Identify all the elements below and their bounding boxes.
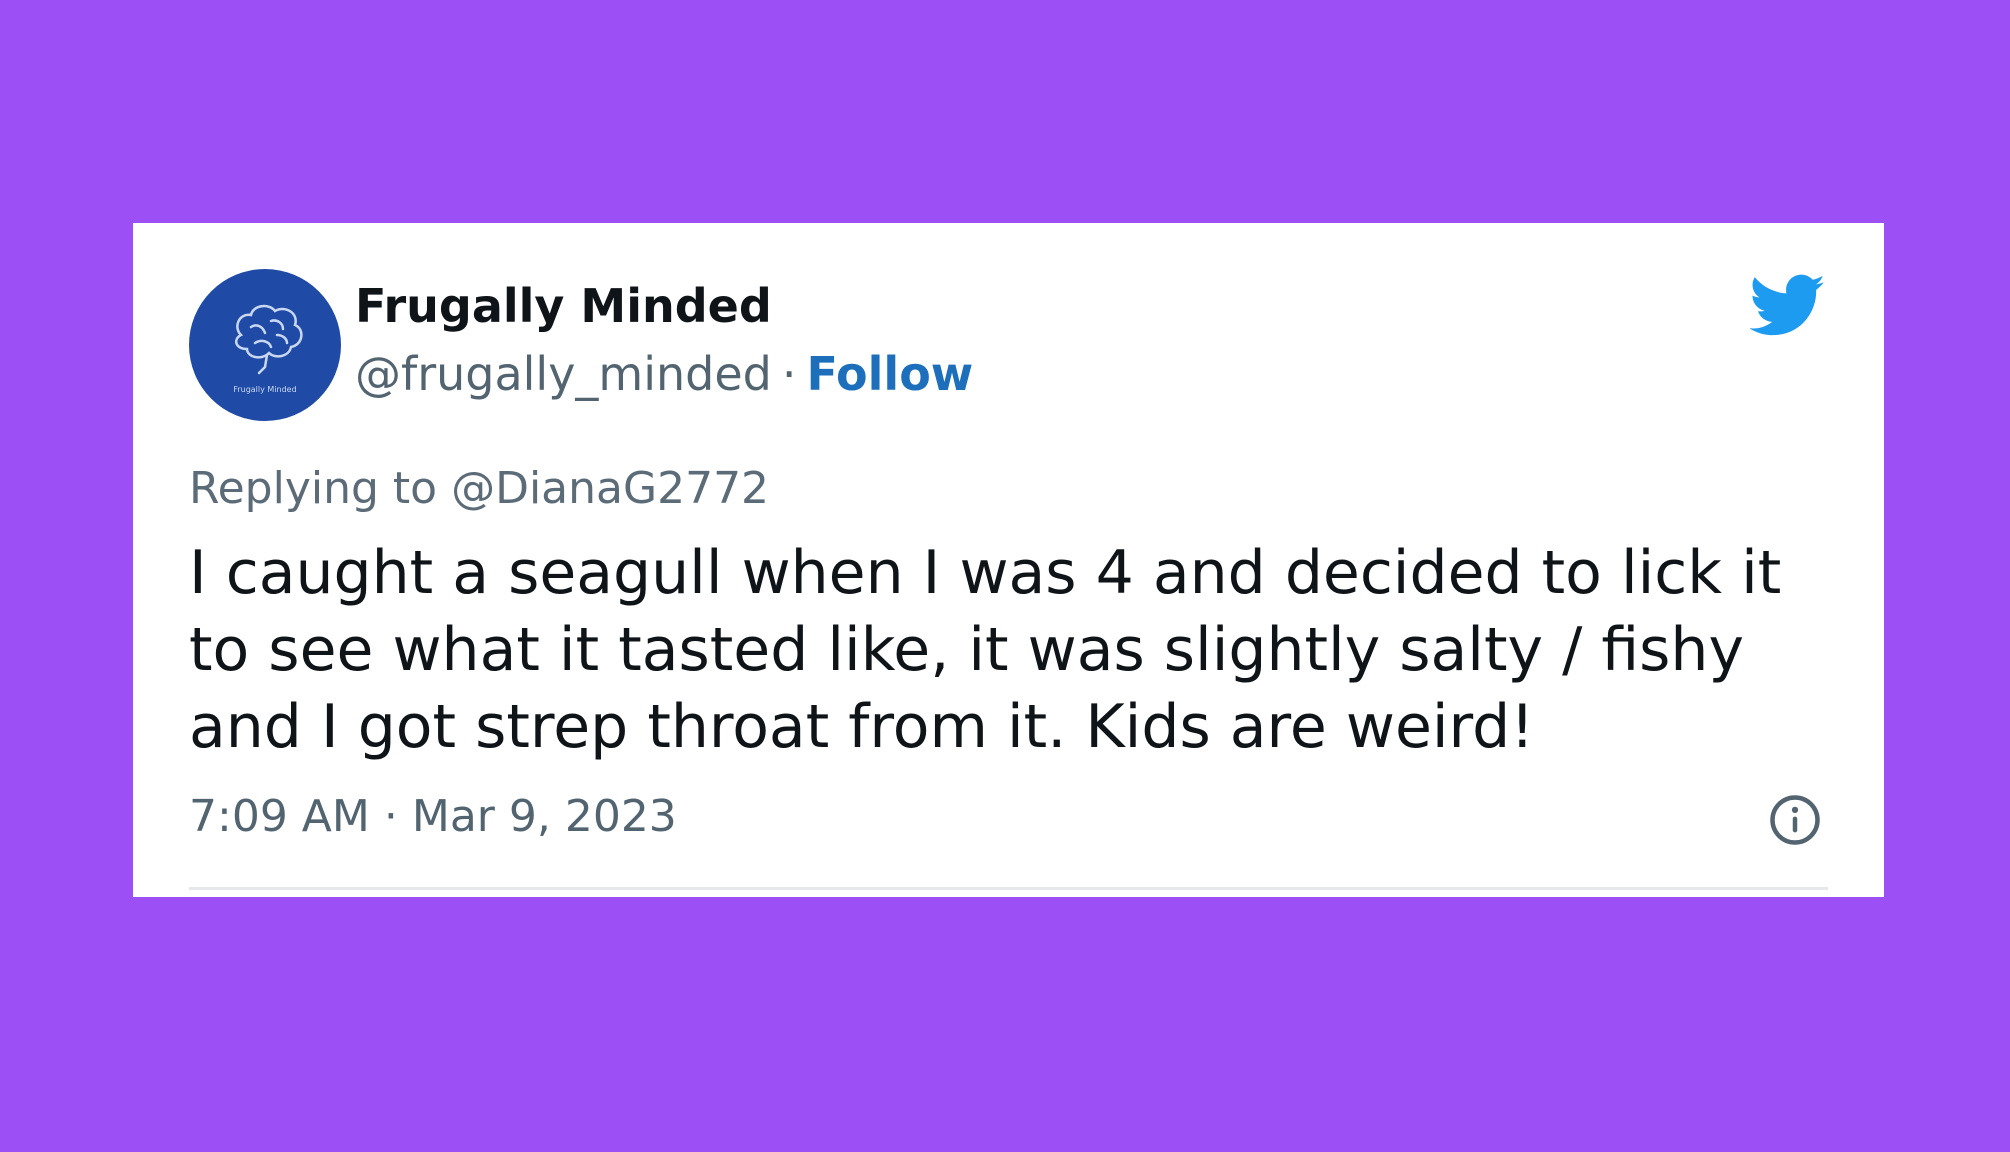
avatar[interactable]: Frugally Minded [189, 269, 341, 421]
tweet-date: Mar 9, 2023 [411, 791, 677, 842]
handle-row: @frugally_minded · Follow [355, 351, 973, 397]
display-name[interactable]: Frugally Minded [355, 283, 772, 329]
brain-icon: Frugally Minded [233, 304, 303, 394]
reply-context: Replying to @DianaG2772 [189, 467, 769, 511]
tweet-text: I caught a seagull when I was 4 and deci… [189, 538, 1782, 762]
user-handle[interactable]: @frugally_minded [355, 347, 772, 401]
info-icon[interactable] [1768, 793, 1822, 847]
avatar-caption: Frugally Minded [233, 385, 296, 394]
tweet-time: 7:09 AM [189, 791, 370, 842]
timestamp-separator: · [383, 791, 398, 842]
reply-to-handle[interactable]: @DianaG2772 [451, 463, 769, 514]
divider [189, 887, 1828, 890]
tweet-card: Frugally Minded Frugally Minded @frugall… [133, 223, 1884, 897]
twitter-bird-icon[interactable] [1750, 273, 1826, 339]
handle-separator: · [781, 347, 797, 401]
follow-button[interactable]: Follow [807, 347, 974, 401]
reply-prefix: Replying to [189, 463, 438, 514]
tweet-timestamp[interactable]: 7:09 AM · Mar 9, 2023 [189, 795, 677, 839]
